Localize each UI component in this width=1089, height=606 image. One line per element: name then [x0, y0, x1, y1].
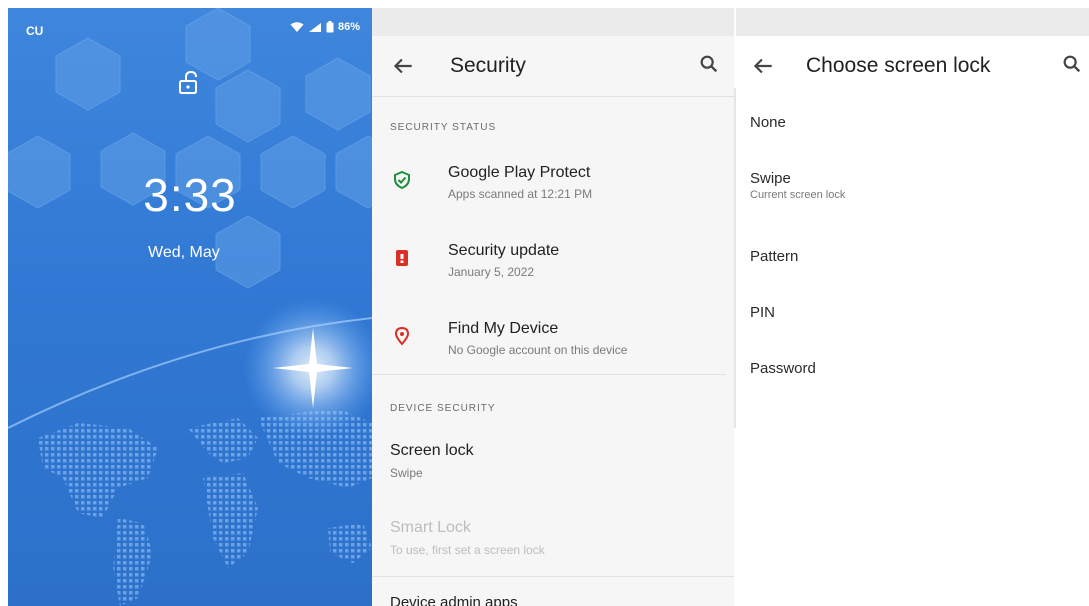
list-item-security-update[interactable]: Security update January 5, 2022 — [372, 232, 734, 292]
lock-option-none[interactable]: None — [750, 114, 786, 131]
divider — [372, 576, 734, 577]
option-subtitle: Current screen lock — [750, 189, 846, 201]
item-subtitle: January 5, 2022 — [448, 265, 535, 279]
divider — [372, 96, 734, 97]
screen-root: CU 86% 3:33 Wed, May Security SECURITY S… — [0, 0, 1089, 606]
search-icon[interactable] — [1061, 53, 1083, 75]
back-arrow-icon[interactable] — [750, 53, 776, 79]
lock-date: Wed, May — [148, 244, 220, 261]
option-title: Password — [750, 360, 816, 377]
item-title: Google Play Protect — [448, 164, 591, 181]
item-subtitle: No Google account on this device — [448, 343, 628, 357]
divider — [372, 374, 726, 375]
page-title: Security — [450, 54, 526, 77]
back-arrow-icon[interactable] — [390, 53, 416, 79]
status-bar — [736, 8, 1089, 36]
carrier-label: CU — [26, 24, 44, 38]
lock-option-swipe[interactable]: Swipe Current screen lock — [750, 170, 845, 201]
lock-option-pattern[interactable]: Pattern — [750, 248, 798, 265]
security-app-bar: Security — [372, 36, 734, 96]
item-subtitle: Apps scanned at 12:21 PM — [448, 187, 593, 201]
section-header-status: SECURITY STATUS — [390, 122, 497, 133]
lock-option-password[interactable]: Password — [750, 360, 816, 377]
list-item-smart-lock: Smart Lock To use, first set a screen lo… — [372, 510, 734, 566]
item-title: Smart Lock — [390, 519, 471, 536]
signal-icon — [308, 22, 321, 32]
choose-lock-app-bar: Choose screen lock — [736, 36, 1089, 96]
shield-check-icon — [394, 170, 410, 190]
lock-clock: 3:33 — [143, 169, 237, 221]
list-item-play-protect[interactable]: Google Play Protect Apps scanned at 12:2… — [372, 154, 734, 214]
item-title: Security update — [448, 242, 560, 259]
status-bar — [372, 8, 734, 36]
location-pin-icon — [394, 326, 410, 346]
lock-option-pin[interactable]: PIN — [750, 304, 775, 321]
security-panel: Security SECURITY STATUS Google Play Pro… — [372, 8, 734, 606]
list-item-device-admin[interactable]: Device admin apps — [372, 586, 734, 606]
battery-percent: 86% — [337, 21, 360, 33]
unlock-icon[interactable] — [176, 70, 202, 96]
update-alert-icon — [396, 250, 408, 266]
item-title: Screen lock — [390, 442, 474, 459]
wifi-icon — [290, 21, 304, 32]
lock-screen: CU 86% 3:33 Wed, May — [8, 8, 372, 606]
item-subtitle: Swipe — [390, 466, 423, 480]
status-icons: 86% — [290, 21, 360, 33]
option-title: None — [750, 114, 786, 131]
choose-lock-panel: Choose screen lock None Swipe Current sc… — [736, 8, 1089, 606]
item-subtitle: To use, first set a screen lock — [390, 543, 545, 557]
option-title: PIN — [750, 304, 776, 321]
item-title: Device admin apps — [390, 594, 518, 606]
battery-icon — [326, 21, 334, 33]
page-title: Choose screen lock — [806, 54, 991, 77]
list-item-find-my-device[interactable]: Find My Device No Google account on this… — [372, 310, 734, 370]
item-title: Find My Device — [448, 320, 559, 337]
section-header-device: DEVICE SECURITY — [390, 403, 496, 414]
search-icon[interactable] — [698, 53, 720, 75]
wallpaper — [8, 8, 372, 606]
option-title: Swipe — [750, 170, 791, 187]
list-item-screen-lock[interactable]: Screen lock Swipe — [372, 434, 734, 490]
option-title: Pattern — [750, 248, 799, 265]
